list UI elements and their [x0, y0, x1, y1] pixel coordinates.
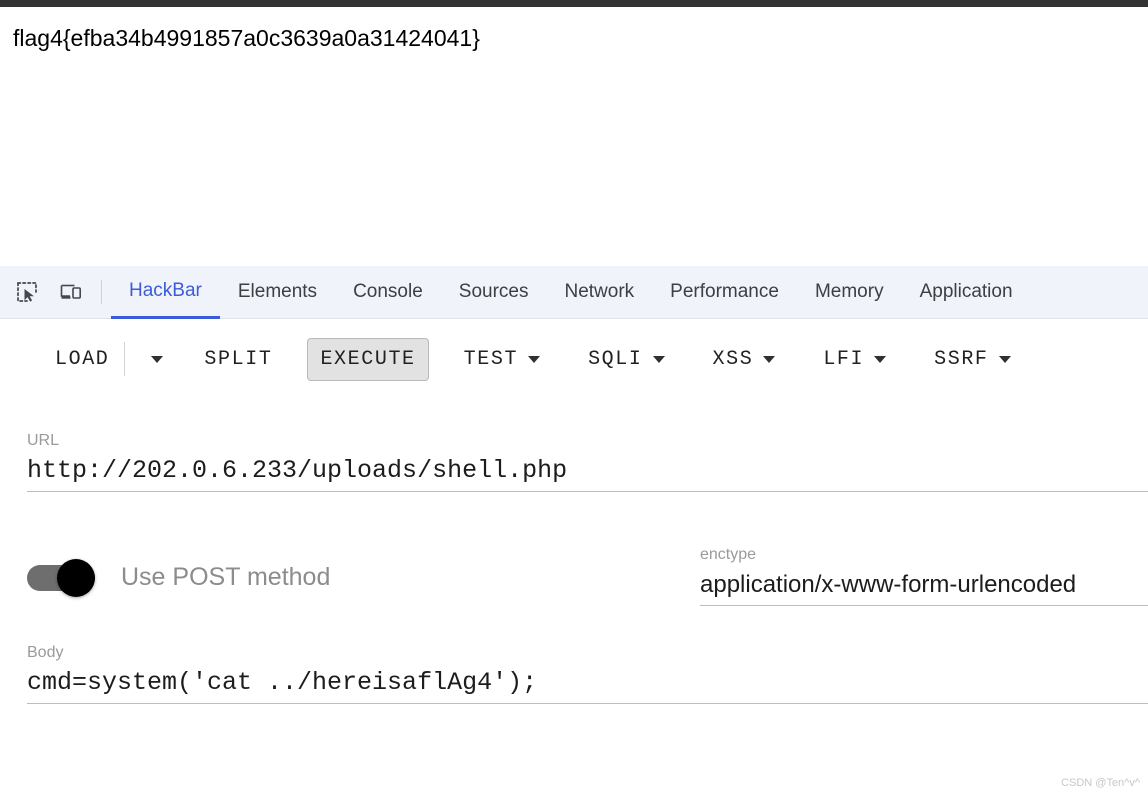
tab-performance[interactable]: Performance [652, 266, 797, 319]
page-content-area: flag4{efba34b4991857a0c3639a0a31424041} [0, 7, 1148, 266]
load-split-button[interactable]: LOAD [0, 338, 177, 381]
url-field-underline [27, 491, 1148, 492]
caret-down-icon [652, 355, 665, 363]
device-toolbar-icon[interactable] [54, 275, 88, 309]
tab-label: HackBar [129, 279, 202, 301]
use-post-method-label: Use POST method [121, 563, 331, 591]
tab-console[interactable]: Console [335, 266, 441, 319]
load-button-divider [124, 342, 126, 376]
tab-sources[interactable]: Sources [441, 266, 547, 319]
tab-elements[interactable]: Elements [220, 266, 335, 319]
execute-button-label: EXECUTE [320, 347, 416, 371]
devtools-tabbar: HackBar Elements Console Sources Network… [0, 266, 1148, 319]
split-button-label: SPLIT [204, 347, 273, 371]
tab-label: Application [919, 281, 1013, 302]
tab-memory[interactable]: Memory [797, 266, 902, 319]
url-field-label: URL [27, 432, 60, 449]
tab-label: Sources [458, 281, 529, 302]
caret-down-icon [151, 355, 164, 363]
tab-hackbar[interactable]: HackBar [111, 266, 220, 319]
load-button-label: LOAD [55, 347, 110, 371]
enctype-field-label: enctype [700, 546, 757, 563]
tab-label: Elements [237, 281, 318, 302]
url-input[interactable] [27, 451, 1148, 491]
enctype-input[interactable] [700, 565, 1148, 605]
enctype-field[interactable]: enctype [700, 545, 1148, 606]
browser-chrome-strip [0, 0, 1148, 7]
enctype-field-underline [700, 605, 1148, 606]
xss-button-label: XSS [712, 347, 754, 371]
inspect-element-icon[interactable] [10, 275, 44, 309]
lfi-button-label: LFI [823, 347, 865, 371]
caret-down-icon [528, 355, 541, 363]
watermark: CSDN @Ten^v^ [1061, 777, 1140, 789]
use-post-method-toggle[interactable] [27, 558, 95, 597]
caret-down-icon [998, 355, 1011, 363]
load-button[interactable]: LOAD [42, 338, 122, 381]
body-input[interactable] [27, 663, 1148, 703]
split-button[interactable]: SPLIT [191, 338, 285, 381]
sqli-button[interactable]: SQLI [575, 338, 677, 381]
caret-down-icon [874, 355, 887, 363]
tab-label: Memory [814, 281, 884, 302]
sqli-button-label: SQLI [588, 347, 643, 371]
toggle-knob [57, 558, 95, 597]
load-dropdown-button[interactable] [127, 347, 177, 372]
tab-application[interactable]: Application [902, 266, 1031, 319]
url-field[interactable]: URL [27, 431, 1148, 492]
execute-button[interactable]: EXECUTE [307, 337, 429, 381]
ssrf-button[interactable]: SSRF [921, 338, 1023, 381]
body-field-label: Body [27, 644, 64, 661]
test-button[interactable]: TEST [451, 338, 553, 381]
xss-button[interactable]: XSS [700, 338, 789, 381]
lfi-button[interactable]: LFI [810, 338, 899, 381]
body-field-underline [27, 703, 1148, 704]
caret-down-icon [763, 355, 776, 363]
tab-label: Console [353, 281, 423, 302]
tab-network[interactable]: Network [546, 266, 652, 319]
test-button-label: TEST [463, 347, 519, 371]
ssrf-button-label: SSRF [934, 347, 989, 371]
body-field[interactable]: Body [27, 643, 1148, 704]
toolbar-divider [101, 280, 102, 304]
use-post-method-row[interactable]: Use POST method [27, 558, 331, 597]
hackbar-toolbar: LOAD SPLIT EXECUTE TEST SQLI XSS LFI SSR… [0, 326, 1148, 392]
tab-label: Network [564, 281, 635, 302]
tab-label: Performance [670, 281, 779, 302]
flag-output-text: flag4{efba34b4991857a0c3639a0a31424041} [13, 25, 480, 51]
